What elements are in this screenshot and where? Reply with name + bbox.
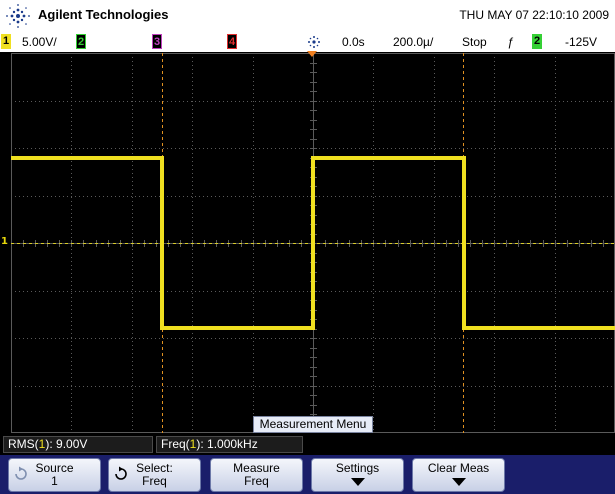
- run-state: Stop: [462, 35, 487, 49]
- rms-measurement: RMS(1): 9.00V: [3, 436, 153, 453]
- channel-1-ground-marker[interactable]: 1: [1, 237, 8, 247]
- settings-softkey[interactable]: Settings: [311, 458, 404, 492]
- trigger-level-readout: -125V: [565, 35, 598, 49]
- channel-3-indicator[interactable]: 3: [152, 34, 162, 49]
- time-scale-readout: 200.0µ/: [393, 35, 434, 49]
- select-softkey[interactable]: Select: Freq: [108, 458, 201, 492]
- clear-meas-softkey[interactable]: Clear Meas: [412, 458, 505, 492]
- waveform-display[interactable]: [11, 53, 615, 433]
- submenu-arrow-icon: [451, 478, 466, 486]
- header-bar: Agilent Technologies THU MAY 07 22:10:10…: [0, 0, 615, 32]
- channel-2-indicator[interactable]: 2: [76, 34, 86, 49]
- channel-1-scale: 5.00V/: [22, 35, 57, 49]
- freq-measurement: Freq(1): 1.000kHz: [156, 436, 303, 453]
- softkey-bar: Source 1 Select: Freq Measure Freq Setti…: [0, 455, 615, 494]
- graticule: [11, 53, 615, 433]
- measure-softkey[interactable]: Measure Freq: [210, 458, 303, 492]
- agilent-spark-logo-icon: [6, 4, 30, 28]
- rotate-knob-icon: [115, 466, 127, 480]
- trigger-source-indicator[interactable]: 2: [532, 34, 542, 49]
- time-delay-readout: 0.0s: [342, 35, 365, 49]
- trigger-position-marker: [307, 51, 317, 57]
- trigger-edge-icon: ƒ: [507, 35, 514, 49]
- submenu-arrow-icon: [350, 478, 365, 486]
- measurement-readouts: RMS(1): 9.00V Freq(1): 1.000kHz: [0, 434, 615, 454]
- time-reference-icon: [308, 36, 320, 48]
- channel-status-bar: 1 5.00V/ 2 3 4 0.0s 200.0µ/ Stop ƒ 2 -12…: [0, 32, 615, 52]
- measurement-menu-title: Measurement Menu: [253, 416, 373, 433]
- date-time-readout: THU MAY 07 22:10:10 2009: [459, 8, 609, 22]
- channel-4-indicator[interactable]: 4: [227, 34, 237, 49]
- source-softkey[interactable]: Source 1: [8, 458, 101, 492]
- rotate-knob-icon: [15, 466, 27, 480]
- channel-1-indicator[interactable]: 1: [1, 34, 11, 49]
- brand-name: Agilent Technologies: [38, 7, 169, 22]
